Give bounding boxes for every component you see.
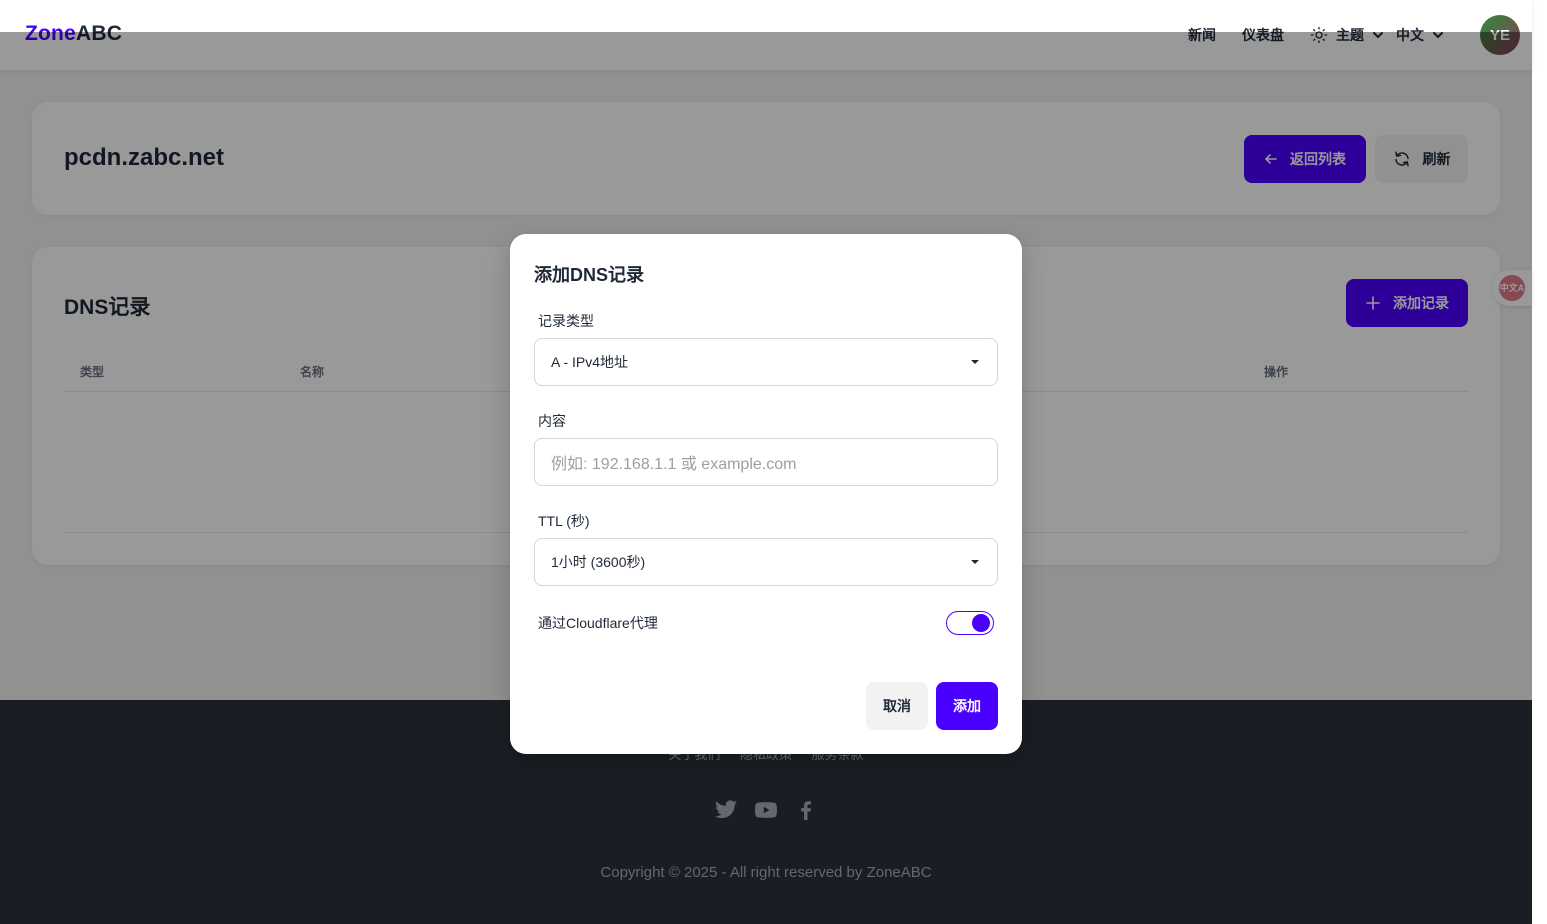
caret-down-icon (971, 560, 979, 564)
ttl-value: 1小时 (3600秒) (551, 554, 646, 570)
content-label: 内容 (538, 413, 566, 429)
add-button[interactable]: 添加 (936, 682, 998, 730)
cloudflare-proxy-label: 通过Cloudflare代理 (538, 615, 658, 631)
toggle-knob (972, 614, 990, 632)
record-type-label: 记录类型 (538, 313, 594, 329)
record-type-select[interactable]: A - IPv4地址 (534, 338, 998, 386)
add-dns-record-dialog: 添加DNS记录 记录类型 A - IPv4地址 内容 例如: 192.168.1… (510, 234, 1022, 754)
cloudflare-proxy-toggle[interactable] (946, 611, 994, 635)
cancel-button[interactable]: 取消 (866, 682, 928, 730)
content-placeholder: 例如: 192.168.1.1 或 example.com (551, 456, 797, 473)
record-type-value: A - IPv4地址 (551, 354, 629, 370)
ttl-select[interactable]: 1小时 (3600秒) (534, 538, 998, 586)
content-input[interactable]: 例如: 192.168.1.1 或 example.com (534, 438, 998, 486)
dialog-title: 添加DNS记录 (534, 265, 645, 285)
caret-down-icon (971, 360, 979, 364)
ttl-label: TTL (秒) (538, 513, 590, 529)
